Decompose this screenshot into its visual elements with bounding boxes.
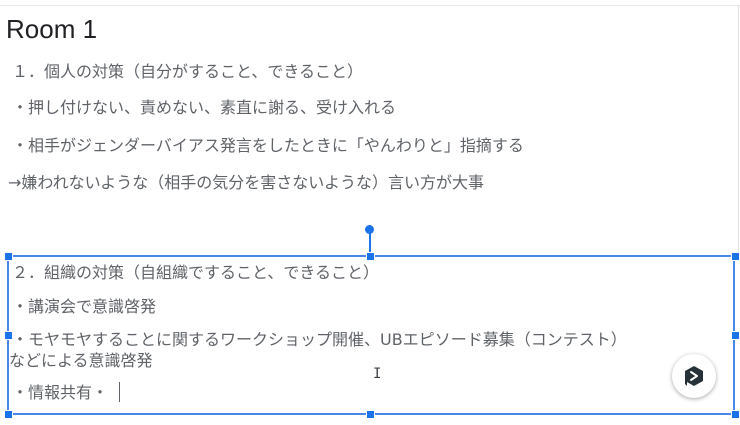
resize-handle-right[interactable]: [731, 331, 740, 340]
slide-canvas[interactable]: Room 1 １．個人の対策（自分がすること、できること） ・押し付けない、責め…: [0, 0, 740, 425]
slide-title[interactable]: Room 1: [6, 14, 97, 45]
slide-right-border: [738, 5, 739, 255]
assistant-chat-icon: [685, 366, 703, 386]
resize-handle-bottom-right[interactable]: [731, 410, 740, 419]
resize-handle-top-left[interactable]: [4, 252, 13, 261]
resize-handle-bottom-left[interactable]: [4, 410, 13, 419]
resize-handle-top-right[interactable]: [731, 252, 740, 261]
personal-heading: １．個人の対策（自分がすること、できること）: [12, 62, 364, 81]
text-caret: [119, 382, 120, 402]
resize-handle-bottom[interactable]: [366, 410, 375, 419]
organization-bullet-1: ・講演会で意識啓発: [12, 297, 157, 316]
text-cursor-icon: I: [373, 366, 382, 382]
personal-bullet-2: ・相手がジェンダーバイアス発言をしたときに「やんわりと」指摘する: [12, 136, 524, 155]
assistant-chat-button[interactable]: [672, 354, 716, 398]
organization-bullet-3: ・情報共有・: [12, 383, 109, 402]
organization-bullet-2-line-2: などによる意識啓発: [9, 351, 153, 370]
personal-note: →嫌われないような（相手の気分を害さないような）言い方が大事: [8, 173, 484, 192]
organization-bullet-2-line-1: ・モヤモヤすることに関するワークショップ開催、UBエピソード募集（コンテスト）: [12, 330, 627, 349]
resize-handle-top[interactable]: [366, 252, 375, 261]
slide-top-border: [0, 5, 740, 6]
personal-bullet-1: ・押し付けない、責めない、素直に謝る、受け入れる: [12, 98, 397, 117]
organization-heading: ２．組織の対策（自組織ですること、できること）: [12, 263, 380, 282]
rotate-handle[interactable]: [365, 225, 374, 234]
